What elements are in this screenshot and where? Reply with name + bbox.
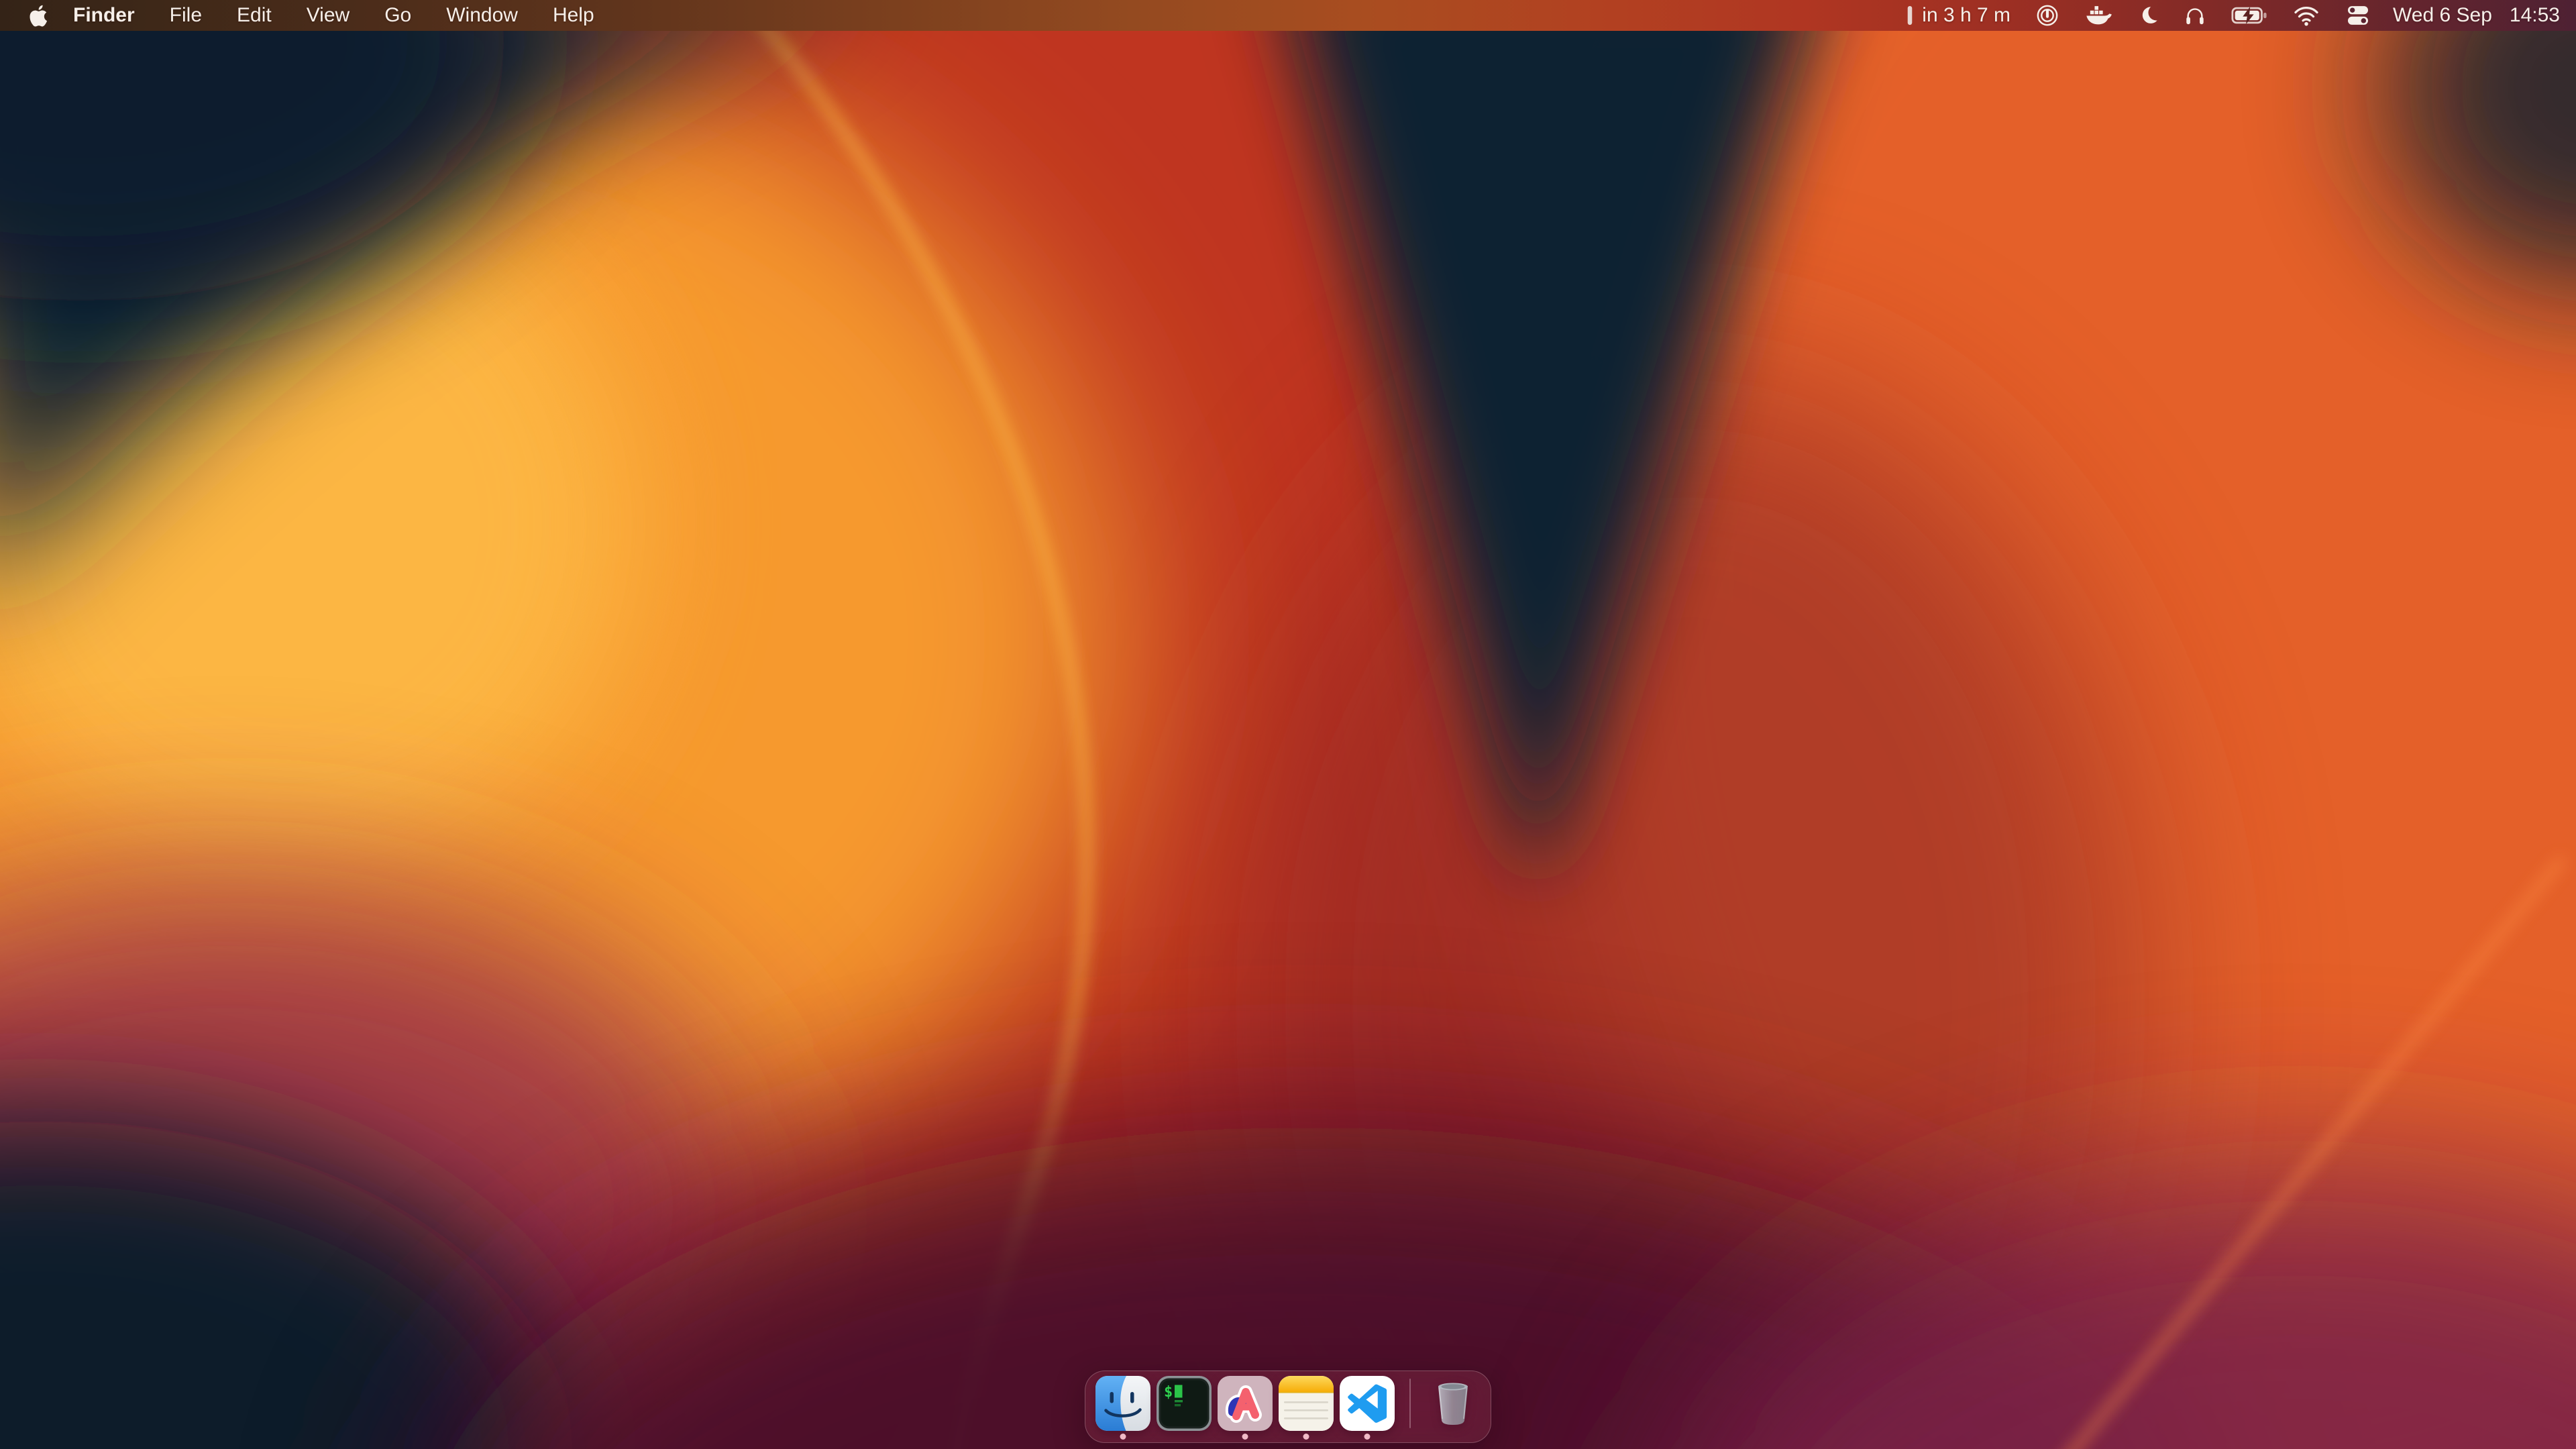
menu-window[interactable]: Window — [429, 0, 535, 31]
moon-icon — [2138, 5, 2159, 26]
menu-app-finder[interactable]: Finder — [54, 0, 152, 31]
finder-icon — [1095, 1376, 1150, 1431]
dock-item-finder[interactable] — [1095, 1376, 1150, 1440]
menu-bar-left: Finder File Edit View Go Window Help — [28, 0, 612, 31]
vertical-bar-icon — [1907, 5, 1913, 25]
svg-text:$: $ — [1164, 1384, 1173, 1401]
wifi-menu-item[interactable] — [2294, 5, 2319, 26]
clock-menu-item[interactable]: Wed 6 Sep 14:53 — [2393, 4, 2560, 27]
menu-edit[interactable]: Edit — [219, 0, 289, 31]
menu-bar: Finder File Edit View Go Window Help in … — [0, 0, 2576, 31]
dock-item-arc-browser[interactable] — [1218, 1376, 1273, 1440]
battery-menu-item[interactable] — [2231, 5, 2268, 25]
desktop: Finder File Edit View Go Window Help in … — [0, 0, 2576, 1449]
apple-menu[interactable] — [28, 5, 54, 27]
arc-browser-icon — [1218, 1376, 1273, 1431]
1password-icon — [2036, 4, 2059, 27]
terminal-icon: $ — [1157, 1376, 1212, 1431]
dock-item-vscode[interactable] — [1340, 1376, 1395, 1440]
running-indicator — [1242, 1434, 1248, 1440]
apple-icon — [30, 5, 48, 27]
menu-view[interactable]: View — [289, 0, 367, 31]
dock-item-trash[interactable] — [1426, 1376, 1481, 1440]
focus-menu-item[interactable] — [2138, 5, 2159, 26]
countdown-label: in 3 h 7 m — [1922, 4, 2010, 27]
dock: $ — [1085, 1371, 1491, 1443]
1password-menu-item[interactable] — [2036, 4, 2059, 27]
running-indicator — [1303, 1434, 1309, 1440]
menu-go[interactable]: Go — [367, 0, 429, 31]
menu-bar-date: Wed 6 Sep — [2393, 4, 2492, 27]
running-indicator — [1120, 1434, 1126, 1440]
headphones-icon — [2184, 5, 2206, 26]
menu-bar-time: 14:53 — [2510, 4, 2560, 27]
control-center-menu-item[interactable] — [2345, 5, 2371, 25]
running-indicator — [1364, 1434, 1371, 1440]
dock-item-notes[interactable] — [1279, 1376, 1334, 1440]
wifi-icon — [2294, 5, 2319, 26]
vscode-icon — [1340, 1376, 1395, 1431]
docker-menu-item[interactable] — [2084, 5, 2112, 26]
menu-help[interactable]: Help — [535, 0, 612, 31]
control-center-icon — [2345, 5, 2371, 25]
menu-file[interactable]: File — [152, 0, 219, 31]
countdown-status[interactable]: in 3 h 7 m — [1907, 4, 2010, 27]
dock-separator — [1409, 1379, 1411, 1428]
notes-icon — [1279, 1376, 1334, 1431]
wallpaper-ventura — [0, 0, 2576, 1449]
dock-item-terminal[interactable]: $ — [1157, 1376, 1212, 1440]
battery-charging-icon — [2231, 5, 2268, 25]
audio-menu-item[interactable] — [2184, 5, 2206, 26]
trash-icon — [1426, 1376, 1481, 1431]
menu-bar-status-area: in 3 h 7 m — [1907, 4, 2560, 27]
docker-whale-icon — [2084, 5, 2112, 26]
